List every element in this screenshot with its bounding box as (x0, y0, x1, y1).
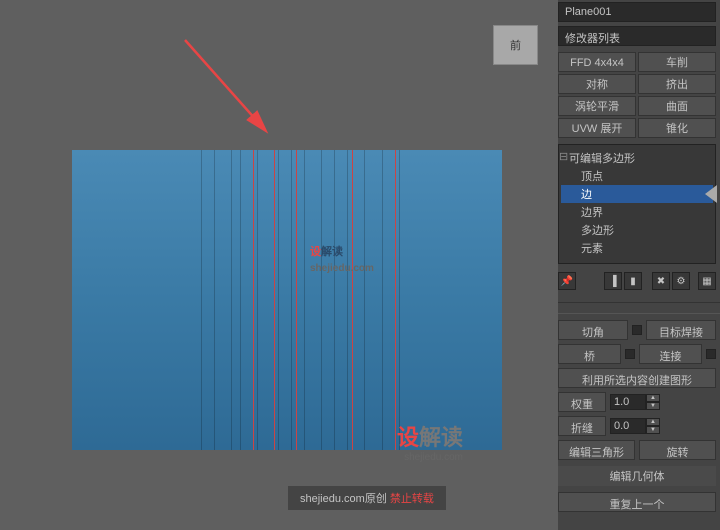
bridge-settings[interactable] (625, 349, 635, 359)
mod-button-extrude[interactable]: 挤出 (638, 74, 716, 94)
subobj-edge[interactable]: 边 (561, 185, 713, 203)
footer-credit: shejiedu.com原创 禁止转载 (288, 486, 446, 510)
create-shape-button[interactable]: 利用所选内容创建图形 (558, 368, 716, 388)
bridge-button[interactable]: 桥 (558, 344, 621, 364)
selected-edge (296, 150, 297, 450)
weight-input[interactable] (610, 394, 646, 410)
edit-tri-button[interactable]: 编辑三角形 (558, 440, 635, 460)
modify-panel: Plane001 修改器列表 FFD 4x4x4 车削 对称 挤出 涡轮平滑 曲… (558, 0, 720, 530)
watermark: 设解读 shejiedu.com (397, 420, 463, 463)
edit-geometry-header[interactable]: 编辑几何体 (558, 466, 716, 486)
subobj-polygon[interactable]: 多边形 (561, 221, 713, 239)
crease-input[interactable] (610, 418, 646, 434)
pin-icon[interactable]: 📌 (558, 272, 576, 290)
mod-button-turbosmooth[interactable]: 涡轮平滑 (558, 96, 636, 116)
annotation-arrow (180, 35, 280, 135)
stack-toolbar: 📌 ▐ ▮ ✖ ⚙ ▦ (558, 268, 720, 294)
spinner-up-icon[interactable]: ▲ (646, 418, 660, 426)
selected-edge (352, 150, 353, 450)
viewport[interactable]: 设解读 shejiedu.com 设解读 shejiedu.com shejie… (0, 0, 558, 530)
target-weld-button[interactable]: 目标焊接 (646, 320, 716, 340)
weight-spinner[interactable]: ▲▼ (610, 394, 660, 410)
show-cage-icon[interactable]: ▦ (698, 272, 716, 290)
mod-button-symmetry[interactable]: 对称 (558, 74, 636, 94)
show-end-icon[interactable]: ▐ (604, 272, 622, 290)
spinner-down-icon[interactable]: ▼ (646, 426, 660, 434)
object-name-field[interactable]: Plane001 (558, 2, 716, 22)
chamfer-button[interactable]: 切角 (558, 320, 628, 340)
connect-button[interactable]: 连接 (639, 344, 702, 364)
viewcube[interactable] (493, 25, 538, 65)
make-unique-icon[interactable]: ▮ (624, 272, 642, 290)
selected-edge (395, 150, 396, 450)
chamfer-settings[interactable] (632, 325, 642, 335)
remove-icon[interactable]: ✖ (652, 272, 670, 290)
crease-spinner[interactable]: ▲▼ (610, 418, 660, 434)
turn-button[interactable]: 旋转 (639, 440, 716, 460)
mesh-edges (72, 150, 502, 450)
modifier-buttons: FFD 4x4x4 车削 对称 挤出 涡轮平滑 曲面 UVW 展开 锥化 (558, 50, 720, 140)
repeat-last-button[interactable]: 重复上一个 (558, 492, 716, 512)
weight-label: 权重 (558, 392, 606, 412)
mod-button-taper[interactable]: 锥化 (638, 118, 716, 138)
subobj-element[interactable]: 元素 (561, 239, 713, 257)
selected-edge (253, 150, 254, 450)
selected-edge (274, 150, 275, 450)
mod-button-uvw[interactable]: UVW 展开 (558, 118, 636, 138)
configure-icon[interactable]: ⚙ (672, 272, 690, 290)
stack-item-editpoly[interactable]: 可编辑多边形 (561, 149, 713, 167)
spinner-down-icon[interactable]: ▼ (646, 402, 660, 410)
modifier-list-dropdown[interactable]: 修改器列表 (558, 26, 716, 46)
mod-button-lathe[interactable]: 车削 (638, 52, 716, 72)
mod-button-surface[interactable]: 曲面 (638, 96, 716, 116)
modifier-stack[interactable]: 可编辑多边形 顶点 边 边界 多边形 元素 (558, 144, 716, 264)
watermark: 设解读 shejiedu.com (310, 235, 374, 274)
mesh-object[interactable] (72, 150, 502, 450)
subobj-vertex[interactable]: 顶点 (561, 167, 713, 185)
connect-settings[interactable] (706, 349, 716, 359)
subobj-border[interactable]: 边界 (561, 203, 713, 221)
mod-button-ffd[interactable]: FFD 4x4x4 (558, 52, 636, 72)
spinner-up-icon[interactable]: ▲ (646, 394, 660, 402)
crease-label: 折缝 (558, 416, 606, 436)
